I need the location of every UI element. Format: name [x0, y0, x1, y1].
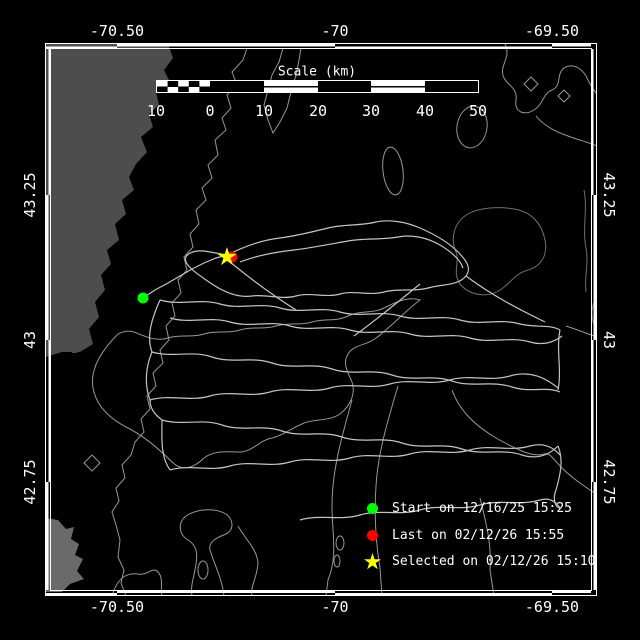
track-segment: [170, 445, 560, 470]
selected-star-icon: [364, 553, 381, 570]
scale-checker: [168, 87, 179, 92]
contour-diamond: [84, 455, 100, 471]
island-southwest: [46, 518, 84, 592]
legend-label: Start on 12/16/25 15:25: [392, 500, 572, 517]
left-axis-label: 43: [21, 331, 39, 349]
track-segment: [150, 300, 160, 352]
scale-tick-label: 10: [147, 102, 165, 120]
contour-line: [452, 390, 596, 494]
track-segment: [466, 276, 545, 322]
track-segment: [230, 262, 296, 310]
scale-bar: [157, 81, 479, 93]
contour-line: [238, 526, 258, 596]
top-axis-label: -70.50: [90, 22, 144, 40]
legend-item-start: Start on 12/16/25 15:25: [364, 500, 572, 517]
mainland-coast: [46, 44, 173, 357]
scale-checker: [199, 81, 210, 87]
right-axis-label: 43: [600, 331, 618, 349]
scale-tick-label: 30: [362, 102, 380, 120]
right-axis-label: 43.25: [600, 172, 618, 217]
top-axis-label: -70: [321, 22, 348, 40]
scale-tick-label: 50: [469, 102, 487, 120]
map-viewport: -70.50 -70 -69.50 -70.50 -70 -69.50 43.2…: [0, 0, 640, 640]
contour-line: [584, 190, 587, 292]
contour-line: [326, 400, 352, 596]
last-dot-icon: [364, 527, 381, 544]
track-segment: [554, 446, 561, 508]
scale-bar-title: Scale (km): [278, 65, 356, 80]
left-axis-label: 43.25: [21, 172, 39, 217]
legend-label: Selected on 02/12/26 15:10: [392, 553, 596, 570]
bottom-axis-label: -69.50: [525, 598, 579, 616]
land-area: [46, 44, 173, 357]
scale-tick-label: 0: [205, 102, 214, 120]
islet: [72, 349, 77, 353]
track-segment: [162, 420, 170, 470]
track-segment: [150, 374, 558, 400]
bottom-axis-label: -70: [321, 598, 348, 616]
contour-line: [566, 326, 597, 337]
legend-item-selected: Selected on 02/12/26 15:10: [364, 553, 596, 570]
contour-mushroom: [180, 510, 232, 596]
map-canvas[interactable]: [0, 0, 640, 640]
track-segment: [160, 300, 560, 330]
contour-blob: [336, 536, 344, 550]
bathymetry-contours-deep: [453, 190, 596, 330]
scale-tick-label: 40: [416, 102, 434, 120]
contour-blob: [380, 146, 406, 196]
scale-tick-label: 20: [309, 102, 327, 120]
track-segment: [162, 420, 558, 457]
top-axis-label: -69.50: [525, 22, 579, 40]
bottom-axis-label: -70.50: [90, 598, 144, 616]
contour-line: [502, 44, 597, 113]
scale-tick-label: 10: [255, 102, 273, 120]
legend-label: Last on 02/12/26 15:55: [392, 527, 564, 544]
left-axis-label: 42.75: [21, 459, 39, 504]
start-marker[interactable]: [138, 293, 149, 304]
float-track: [143, 221, 562, 520]
track-segment: [146, 352, 152, 400]
contour-line: [536, 116, 597, 146]
islet: [63, 343, 69, 348]
contour-blob: [334, 555, 340, 567]
contour-diamond: [558, 90, 570, 102]
scale-checker: [157, 81, 168, 87]
scale-checker: [178, 81, 189, 87]
scale-checker: [189, 87, 200, 92]
right-axis-label: 42.75: [600, 459, 618, 504]
contour-blob-offshore: [453, 208, 545, 295]
track-segment: [240, 236, 463, 268]
track-segment: [150, 400, 162, 420]
contour-diamond: [524, 77, 538, 91]
legend-item-last: Last on 02/12/26 15:55: [364, 527, 564, 544]
contour-blob: [198, 561, 208, 579]
start-dot-icon: [364, 500, 381, 517]
